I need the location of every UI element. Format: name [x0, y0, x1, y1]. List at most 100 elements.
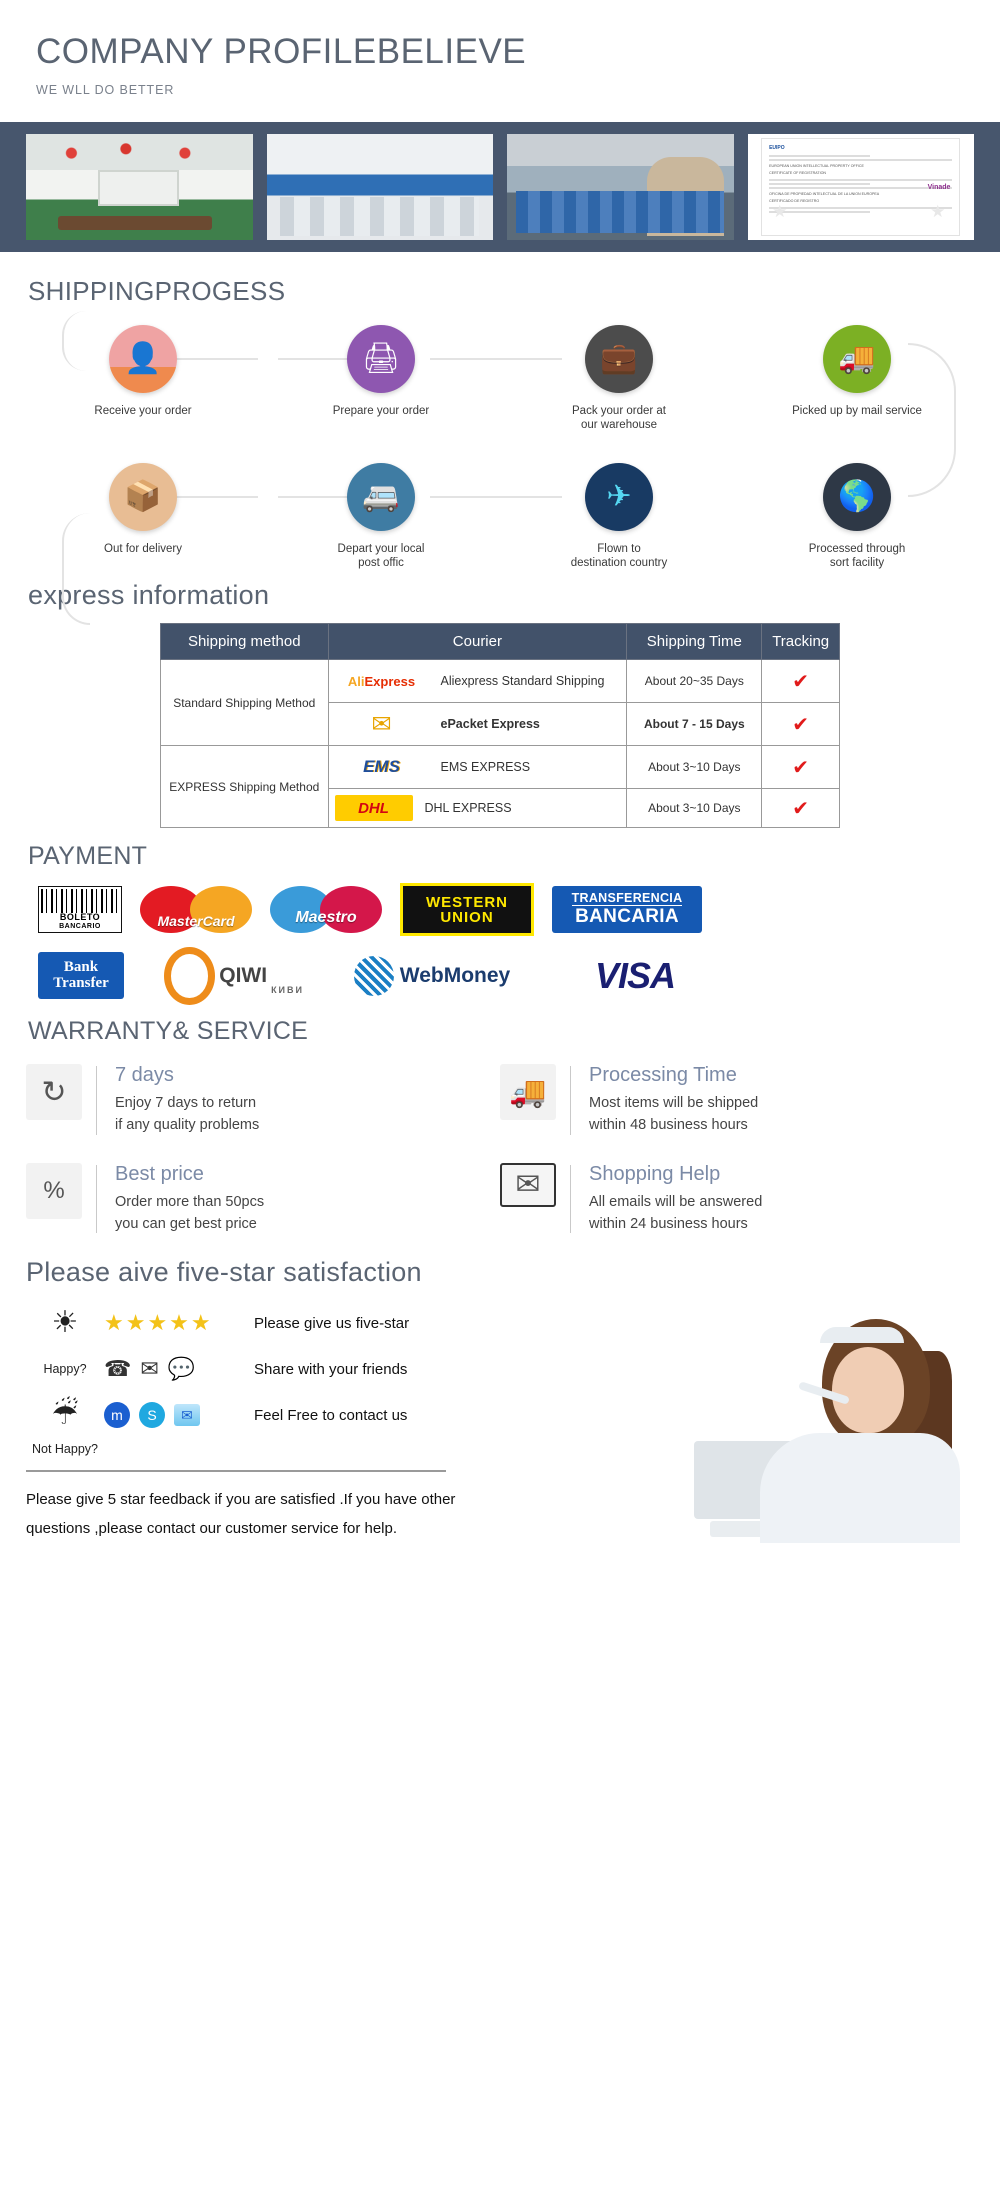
chat-icon[interactable]: 💬: [168, 1356, 195, 1382]
transferencia-bancaria-logo: TRANSFERENCIA BANCARIA: [552, 886, 702, 934]
feedback-line-five-star: ☀ ★★★★★ Please give us five-star: [26, 1300, 626, 1346]
shipping-step-receive-order: 👤 Receive your order: [24, 324, 262, 433]
mastercard-logo: MasterCard: [140, 886, 252, 934]
courier-name: Aliexpress Standard Shipping: [440, 674, 605, 689]
payment-logos-row-1: BOLETO BANCARIO MasterCard Maestro WESTE…: [0, 871, 1000, 937]
rain-cloud-icon: ☔: [51, 1398, 79, 1432]
shipping-step-flown: ✈ Flown to destination country: [500, 462, 738, 571]
table-row: Standard Shipping Method Ali Express Alie…: [160, 659, 840, 747]
certificate-star-right: ★: [930, 202, 946, 222]
cell-shipping-time: About 20~35 Days: [626, 659, 763, 704]
express-information-section: express information Shipping method Cour…: [0, 580, 1000, 829]
email-icon[interactable]: ✉: [174, 1404, 200, 1427]
feedback-note-line-1: Please give 5 star feedback if you are s…: [26, 1491, 456, 1509]
warranty-heading: 7 days: [115, 1064, 174, 1087]
warranty-line-2: within 24 business hours: [589, 1215, 748, 1232]
certificate-mark: Vinade: [927, 184, 951, 191]
star-rating: ★★★★★: [104, 1310, 213, 1336]
cell-courier: Ali Express Aliexpress Standard Shipping: [327, 659, 628, 704]
warranty-item-7-days: ↻ 7 days Enjoy 7 days to return if any q…: [26, 1064, 500, 1137]
table-row: EXPRESS Shipping Method EMS EMS EXPRESS …: [160, 745, 840, 829]
shipping-progress-section: SHIPPINGPROGESS 👤 Receive your order 🖨 P…: [0, 252, 1000, 625]
divider: [26, 1470, 446, 1473]
shipping-step-out-for-delivery: 📦 Out for delivery: [24, 462, 262, 571]
feedback-title: Please aive five-star satisfaction: [26, 1257, 422, 1288]
warranty-line-1: Most items will be shipped: [589, 1095, 759, 1112]
mood-not-happy: ☔: [26, 1400, 104, 1430]
column-header-courier: Courier: [327, 623, 628, 661]
payment-section: PAYMENT BOLETO BANCARIO MasterCard Maest…: [0, 842, 1000, 1005]
phone-icon[interactable]: ☎: [104, 1356, 131, 1382]
shipping-step-label: Processed through sort facility: [808, 542, 906, 569]
maestro-label: Maestro: [295, 909, 357, 927]
feedback-line-contact: ☔ m S ✉ Feel Free to contact us: [26, 1392, 626, 1438]
shipping-step-prepare-order: 🖨 Prepare your order: [262, 324, 500, 433]
shipping-progress-title: SHIPPINGPROGESS: [28, 275, 286, 306]
shipping-methods-table: Shipping method Courier Shipping Time Tr…: [160, 623, 840, 829]
warranty-line-2: you can get best price: [115, 1215, 257, 1232]
payment-title: PAYMENT: [28, 842, 148, 871]
shipping-step-depart-post-office: 🚐 Depart your local post offic: [262, 462, 500, 571]
seven-days-return-icon: ↻: [26, 1064, 82, 1121]
shipping-step-label: Prepare your order: [332, 404, 430, 417]
warranty-heading: Best price: [115, 1162, 204, 1185]
boleto-line-1: BOLETO: [59, 911, 101, 922]
page-subtitle: WE WLL DO BETTER: [36, 82, 175, 97]
mood-happy: ☀: [26, 1308, 104, 1338]
feedback-body: ☀ ★★★★★ Please give us five-star Happy? …: [0, 1288, 1000, 1460]
transferencia-line-2: BANCARIA: [575, 906, 679, 928]
tracking-check-icon: ✔: [792, 713, 810, 736]
mail-icon[interactable]: ✉: [140, 1356, 158, 1382]
certificate-star-left: ★: [772, 202, 788, 222]
courier-name: ePacket Express: [440, 717, 540, 732]
certificate-thumbnail: EUIPO EUROPEAN UNION INTELLECTUAL PROPER…: [761, 137, 961, 236]
warranty-item-processing-time: 🚚 Processing Time Most items will be shi…: [500, 1064, 974, 1137]
shipping-step-sort-facility: 🌎 Processed through sort facility: [738, 462, 976, 571]
envelope-icon: ✉: [500, 1162, 556, 1207]
courier-name: EMS EXPRESS: [440, 760, 531, 775]
connector-6: [430, 495, 562, 498]
qiwi-sublabel: КИВИ: [271, 985, 304, 996]
feedback-line-share: Happy? ☎ ✉ 💬 Share with your friends: [26, 1346, 626, 1392]
parcel-box-icon: 📦: [109, 462, 177, 531]
office-photo: [266, 133, 493, 240]
company-profile-section: COMPANY PROFILEBELIEVE WE WLL DO BETTER: [0, 0, 1000, 97]
shipping-steps: 👤 Receive your order 🖨 Prepare your orde…: [0, 310, 1000, 625]
warranty-heading: Shopping Help: [589, 1162, 721, 1185]
airplane-icon: ✈: [585, 462, 653, 531]
van-icon: 🚐: [347, 462, 415, 531]
globe-sorting-icon: 🌎: [823, 462, 891, 531]
certificate-heading-3: OFICINA DE PROPIEDAD INTELECTUAL DE LA U…: [769, 192, 880, 197]
delivery-truck-icon: 🚚: [500, 1064, 556, 1121]
warranty-grid: ↻ 7 days Enjoy 7 days to return if any q…: [0, 1046, 1000, 1235]
warranty-line-2: within 48 business hours: [589, 1117, 748, 1133]
feedback-text: Feel Free to contact us: [254, 1406, 408, 1424]
feedback-note-line-2: questions ,please contact our customer s…: [26, 1519, 398, 1537]
shipping-steps-row-2: 📦 Out for delivery 🚐 Depart your local p…: [0, 462, 1000, 571]
mood-not-happy-label: Not Happy?: [26, 1442, 104, 1456]
column-header-tracking: Tracking: [761, 623, 840, 661]
certificate-photo: EUIPO EUROPEAN UNION INTELLECTUAL PROPER…: [747, 133, 974, 240]
cell-tracking: ✔: [761, 659, 840, 704]
skype-icon[interactable]: S: [139, 1402, 165, 1429]
connector-3: [430, 357, 562, 360]
payment-logos-row-2: Bank Transfer QIWI КИВИ WebMoney VISA: [0, 936, 1000, 1005]
person-at-desk-icon: 👤: [109, 324, 177, 393]
cell-courier: EMS EMS EXPRESS: [327, 745, 628, 790]
certificate-heading-2: CERTIFICATE OF REGISTRATION: [769, 171, 826, 176]
epacket-envelope-icon: ✉: [334, 709, 429, 740]
mood-not-happy-text: Not Happy?: [31, 1442, 98, 1457]
webmoney-logo: WebMoney: [344, 952, 520, 999]
cell-tracking: ✔: [761, 745, 840, 790]
warranty-line-1: All emails will be answered: [589, 1193, 763, 1210]
cell-shipping-method: EXPRESS Shipping Method: [160, 745, 329, 829]
maestro-logo: Maestro: [270, 886, 382, 934]
contact-icons: m S ✉: [104, 1402, 254, 1429]
ems-logo: EMS: [334, 752, 429, 783]
feedback-section: Please aive five-star satisfaction ☀ ★★★…: [0, 1257, 1000, 1544]
qiwi-circle-icon: [164, 946, 216, 1005]
certificate-heading-4: CERTIFICADO DE REGISTRO: [769, 198, 820, 203]
table-header-row: Shipping method Courier Shipping Time Tr…: [160, 623, 840, 661]
messenger-icon[interactable]: m: [104, 1402, 130, 1429]
shipping-step-label: Picked up by mail service: [792, 404, 922, 417]
